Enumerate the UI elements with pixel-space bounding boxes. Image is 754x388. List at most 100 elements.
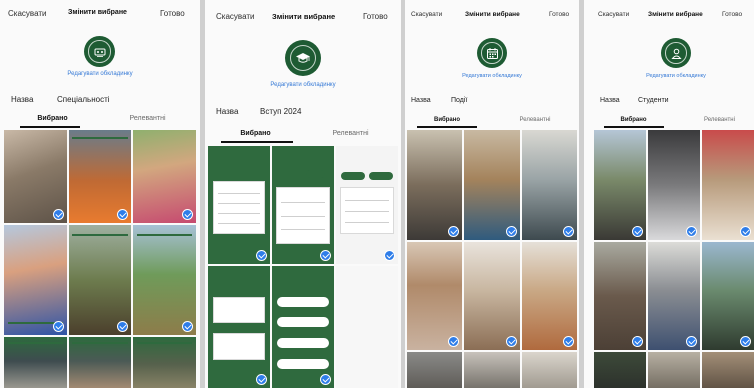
- selected-check-icon: [740, 336, 751, 347]
- story-thumbnail[interactable]: [4, 225, 67, 335]
- highlight-cover[interactable]: [285, 40, 321, 76]
- cancel-button[interactable]: Скасувати: [598, 11, 629, 18]
- done-button[interactable]: Готово: [363, 12, 388, 21]
- name-label: Назва: [11, 95, 34, 104]
- story-thumbnail[interactable]: [521, 242, 577, 350]
- done-button[interactable]: Готово: [549, 11, 569, 18]
- story-thumbnail[interactable]: [594, 242, 646, 350]
- name-input[interactable]: Студенти: [638, 97, 669, 104]
- name-input[interactable]: Події: [451, 97, 467, 104]
- story-thumbnail[interactable]: [648, 242, 700, 350]
- story-thumbnail[interactable]: [521, 130, 577, 240]
- story-thumbnail[interactable]: [68, 337, 132, 388]
- done-button[interactable]: Готово: [160, 9, 185, 18]
- tab-indicator: [221, 141, 293, 143]
- story-banner: [137, 341, 193, 344]
- tab-recommendations[interactable]: Релевантні: [115, 115, 180, 122]
- tab-recommendations[interactable]: Релевантні: [692, 117, 747, 123]
- stories-grid: [4, 130, 196, 388]
- selected-check-icon: [505, 336, 517, 347]
- story-thumbnail[interactable]: [648, 352, 700, 388]
- edit-cover-link[interactable]: Редагувати обкладинку: [626, 73, 726, 79]
- story-thumbnail[interactable]: [464, 242, 520, 350]
- story-thumbnail[interactable]: [272, 146, 334, 264]
- graduation-cap-icon: [296, 53, 310, 63]
- done-button[interactable]: Готово: [722, 11, 742, 18]
- tab-selected[interactable]: Вибрано: [606, 117, 661, 123]
- selected-check-icon: [320, 250, 331, 261]
- selected-check-icon: [632, 226, 643, 237]
- button-pill: [369, 171, 394, 180]
- highlight-cover[interactable]: [84, 36, 115, 67]
- story-thumbnail[interactable]: [702, 130, 754, 240]
- top-bar: Скасувати Змінити вибране Готово: [584, 0, 754, 32]
- story-thumbnail[interactable]: [521, 352, 577, 388]
- story-thumbnail[interactable]: [702, 242, 754, 350]
- document-card: [212, 333, 266, 360]
- selected-check-icon: [384, 250, 395, 261]
- story-thumbnail[interactable]: [208, 266, 270, 388]
- button-pill: [276, 296, 330, 307]
- highlight-cover[interactable]: [477, 38, 507, 68]
- story-banner: [72, 341, 128, 344]
- story-thumbnail[interactable]: [208, 146, 270, 264]
- selected-check-icon: [320, 374, 331, 385]
- story-banner: [72, 233, 128, 236]
- highlight-editor-panel-events: Скасувати Змінити вибране Готово Редагув…: [405, 0, 579, 388]
- stories-grid: [208, 146, 398, 388]
- cover-ring: [88, 40, 111, 63]
- story-thumbnail[interactable]: [68, 225, 132, 335]
- story-thumbnail[interactable]: [594, 352, 646, 388]
- cancel-button[interactable]: Скасувати: [8, 9, 46, 18]
- story-thumbnail[interactable]: [407, 130, 463, 240]
- selected-check-icon: [632, 336, 643, 347]
- story-banner: [7, 341, 63, 344]
- document-card: [212, 181, 266, 235]
- edit-cover-link[interactable]: Редагувати обкладинку: [442, 73, 542, 79]
- change-selected-title: Змінити вибране: [648, 11, 703, 18]
- document-card: [339, 187, 395, 235]
- edit-cover-link[interactable]: Редагувати обкладинку: [50, 71, 150, 77]
- story-thumbnail[interactable]: [702, 352, 754, 388]
- selected-check-icon: [182, 209, 193, 220]
- cancel-button[interactable]: Скасувати: [411, 11, 442, 18]
- story-thumbnail[interactable]: [464, 130, 520, 240]
- story-thumbnail[interactable]: [4, 130, 67, 223]
- story-thumbnail[interactable]: [133, 225, 196, 335]
- selected-check-icon: [117, 321, 129, 332]
- story-thumbnail[interactable]: [272, 266, 334, 388]
- top-bar: Скасувати Змінити вибране Готово: [405, 0, 579, 32]
- name-input[interactable]: Вступ 2024: [260, 107, 301, 116]
- tab-recommendations[interactable]: Релевантні: [505, 117, 565, 123]
- people-grid-icon: [94, 48, 105, 57]
- tab-selected[interactable]: Вибрано: [223, 130, 288, 137]
- story-thumbnail[interactable]: [133, 337, 196, 388]
- calendar-icon: [486, 47, 498, 59]
- story-banner: [137, 233, 193, 236]
- tab-indicator: [604, 126, 664, 128]
- story-thumbnail[interactable]: [648, 130, 700, 240]
- cancel-button[interactable]: Скасувати: [216, 12, 254, 21]
- selected-check-icon: [686, 336, 697, 347]
- cover-ring: [665, 42, 687, 64]
- story-thumbnail[interactable]: [336, 146, 398, 264]
- button-pill: [276, 337, 330, 348]
- highlight-cover[interactable]: [661, 38, 691, 68]
- change-selected-title: Змінити вибране: [465, 11, 520, 18]
- tab-selected[interactable]: Вибрано: [417, 117, 477, 123]
- story-thumbnail[interactable]: [407, 242, 463, 350]
- story-thumbnail[interactable]: [464, 352, 520, 388]
- story-thumbnail[interactable]: [133, 130, 196, 223]
- name-input[interactable]: Спеціальності: [57, 95, 110, 104]
- name-label: Назва: [600, 97, 620, 104]
- edit-cover-link[interactable]: Редагувати обкладинку: [253, 82, 353, 88]
- story-thumbnail[interactable]: [594, 130, 646, 240]
- top-bar: Скасувати Змінити вибране Готово: [0, 0, 200, 32]
- tab-indicator: [20, 126, 80, 128]
- tab-selected[interactable]: Вибрано: [20, 115, 85, 122]
- story-thumbnail[interactable]: [407, 352, 463, 388]
- story-thumbnail[interactable]: [336, 266, 398, 388]
- tab-recommendations[interactable]: Релевантні: [318, 130, 383, 137]
- story-thumbnail[interactable]: [4, 337, 67, 388]
- story-thumbnail[interactable]: [68, 130, 132, 223]
